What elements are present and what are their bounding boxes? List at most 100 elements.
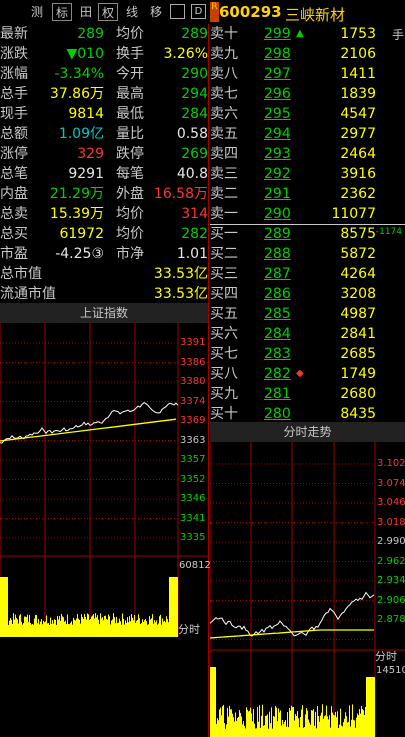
index-chart[interactable] — [0, 323, 208, 637]
buy-level-price[interactable]: 285 — [264, 304, 291, 324]
index-volume-bar — [159, 616, 160, 637]
stock-vol-max: 14510 — [376, 665, 405, 676]
tool-move[interactable]: 移 — [146, 3, 166, 21]
stock-volume-bar — [268, 728, 269, 737]
index-volume-bar — [124, 624, 125, 637]
stock-volume-bar — [240, 712, 241, 737]
buy-level-price[interactable]: 283 — [264, 344, 291, 364]
quote-value: 21.29万 — [49, 186, 104, 202]
index-volume-bar — [48, 623, 49, 637]
index-volume-bar — [158, 623, 159, 637]
stock-volume-bar — [344, 718, 345, 737]
stock-volume-bar — [274, 716, 275, 737]
stock-volume-bar — [299, 727, 300, 737]
index-volume-bar — [149, 616, 150, 637]
sell-level-price[interactable]: 296 — [264, 84, 291, 104]
index-volume-bar — [14, 619, 15, 637]
stock-tick-label: 2.878 — [377, 614, 405, 625]
buy-level-label: 买十 — [210, 406, 238, 422]
stock-volume-bar — [276, 707, 277, 737]
index-volume-bar — [58, 619, 59, 637]
stock-volume-bar — [264, 725, 265, 737]
sell-level-price[interactable]: 299 — [264, 24, 291, 44]
buy-level-price[interactable]: 284 — [264, 324, 291, 344]
buy-level-price[interactable]: 287 — [264, 264, 291, 284]
stock-volume-bar — [217, 718, 218, 737]
stock-volume-bar — [245, 728, 246, 737]
index-volume-bar — [30, 622, 31, 637]
index-volume-bar — [123, 618, 124, 637]
sell-level-price[interactable]: 293 — [264, 144, 291, 164]
buy-level-price[interactable]: 282 — [264, 364, 291, 384]
stock-volume-bar — [255, 728, 256, 737]
index-volume-bar — [76, 618, 77, 637]
tool-line[interactable]: 线 — [122, 3, 142, 21]
buy-level-volume: 4987 — [340, 306, 376, 322]
index-volume-bar — [79, 619, 80, 637]
stock-volume-bar — [260, 727, 261, 737]
sell-level-label: 卖十 — [210, 26, 238, 42]
index-tick-label: 3346 — [180, 493, 206, 504]
stock-volume-bar — [230, 709, 231, 737]
index-volume-bar — [69, 624, 70, 637]
sell-level-price[interactable]: 292 — [264, 164, 291, 184]
index-volume-bar — [162, 618, 163, 637]
sell-level-price[interactable]: 297 — [264, 64, 291, 84]
buy-level-price[interactable]: 286 — [264, 284, 291, 304]
index-y-axis: 3391 3386 3380 3374 3369 3363 3357 3352 3346 3341… — [178, 323, 208, 637]
stock-volume-bar — [216, 723, 217, 737]
tool-rights[interactable]: 权 — [98, 3, 118, 21]
index-volume-bar — [127, 617, 128, 637]
buy-level-price[interactable]: 289 — [264, 224, 291, 244]
index-volume-bar — [59, 616, 60, 637]
buy-level-price[interactable]: 288 — [264, 244, 291, 264]
index-volume-bar — [43, 620, 44, 637]
tool-mark[interactable]: 标 — [52, 3, 72, 21]
stock-volume-bar — [220, 707, 221, 737]
tool-grid[interactable]: 田 — [76, 3, 96, 21]
index-footer: 分时 — [178, 623, 200, 636]
buy-level-price[interactable]: 281 — [264, 384, 291, 404]
window-icon[interactable] — [170, 4, 185, 19]
stock-volume-bar — [340, 708, 341, 737]
index-volume-bar — [150, 619, 151, 637]
index-volume-bar — [49, 624, 50, 637]
sell-level-price[interactable]: 295 — [264, 104, 291, 124]
index-tick-label: 3352 — [180, 473, 206, 485]
index-volume-bar — [6, 577, 7, 637]
index-volume-bar — [137, 619, 138, 637]
sell-level-price[interactable]: 298 — [264, 44, 291, 64]
index-volume-bar — [109, 616, 110, 637]
index-volume-bar — [120, 621, 121, 637]
index-volume-bar — [154, 620, 155, 637]
index-volume-bar — [44, 622, 45, 637]
orderbook-separator — [210, 224, 405, 225]
quote-label: 总买 — [0, 226, 28, 242]
buy-level-volume: 5872 — [340, 246, 376, 262]
sell-level-price[interactable]: 291 — [264, 184, 291, 204]
stock-volume-bar — [267, 714, 268, 737]
stock-volume-bar — [353, 719, 354, 737]
divider — [208, 24, 209, 737]
stock-volume-bar — [348, 721, 349, 737]
index-chart-title[interactable]: 上证指数 — [0, 303, 208, 323]
stock-volume-bar — [292, 707, 293, 737]
sell-level-label: 卖六 — [210, 106, 238, 122]
index-volume-bar — [104, 615, 105, 637]
buy-level-price[interactable]: 280 — [264, 404, 291, 424]
quote-value: 61972 — [59, 226, 104, 242]
sell-level-volume: 1839 — [340, 86, 376, 102]
tool-measure[interactable]: 测 — [26, 3, 48, 21]
stock-chart-title[interactable]: 分时走势 — [210, 422, 405, 442]
sell-level-price[interactable]: 290 — [264, 204, 291, 224]
index-volume-bar — [1, 577, 2, 637]
index-volume-bar — [78, 618, 79, 637]
index-volume-bar — [172, 577, 173, 637]
stock-volume-bar — [322, 704, 323, 737]
stock-volume-bar — [339, 724, 340, 737]
buy-level-volume: 8435 — [340, 406, 376, 422]
play-icon[interactable]: D — [191, 4, 206, 19]
sell-level-price[interactable]: 294 — [264, 124, 291, 144]
stock-volume-bar — [222, 706, 223, 737]
index-volume-bar — [19, 615, 20, 637]
